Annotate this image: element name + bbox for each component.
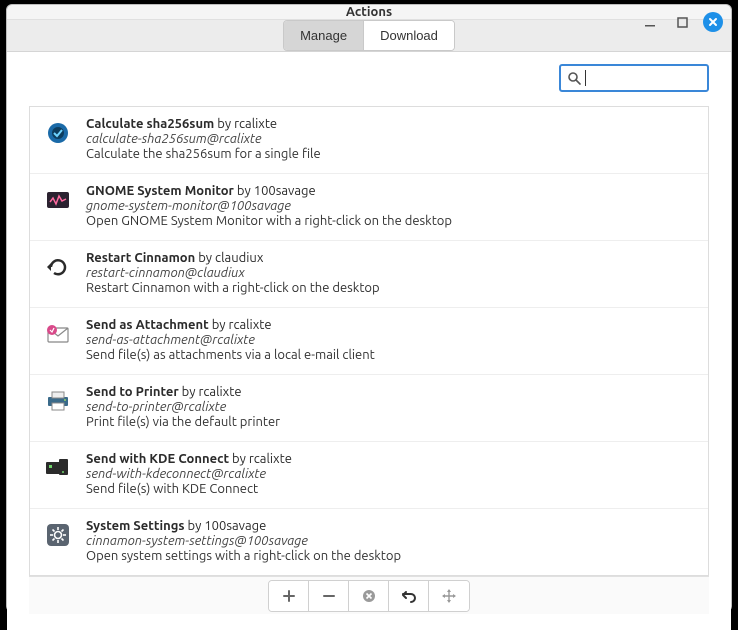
remove-button[interactable] [309, 581, 349, 611]
item-desc: Open GNOME System Monitor with a right-c… [86, 214, 694, 228]
item-desc: Send file(s) with KDE Connect [86, 482, 694, 496]
minimize-icon [644, 16, 656, 28]
item-author: rcalixte [199, 385, 242, 399]
item-title: GNOME System Monitor by 100savage [86, 184, 694, 198]
item-body: Send as Attachment by rcalixte send-as-a… [86, 318, 694, 362]
item-title: Calculate sha256sum by rcalixte [86, 117, 694, 131]
item-name: Send with KDE Connect [86, 452, 229, 466]
search-row [29, 64, 709, 92]
item-title: Restart Cinnamon by claudiux [86, 251, 694, 265]
cancel-icon [362, 589, 376, 603]
item-author: rcalixte [249, 452, 292, 466]
close-button[interactable] [703, 12, 723, 32]
item-name: Restart Cinnamon [86, 251, 195, 265]
item-body: System Settings by 100savage cinnamon-sy… [86, 519, 694, 563]
maximize-button[interactable] [671, 11, 693, 33]
item-id: send-as-attachment@rcalixte [86, 333, 694, 347]
list-item[interactable]: GNOME System Monitor by 100savage gnome-… [30, 174, 708, 241]
by-label: by [212, 318, 226, 332]
item-author: 100savage [254, 184, 316, 198]
text-cursor [585, 70, 586, 86]
by-label: by [182, 385, 196, 399]
search-icon [567, 71, 581, 85]
item-body: GNOME System Monitor by 100savage gnome-… [86, 184, 694, 228]
item-title: Send with KDE Connect by rcalixte [86, 452, 694, 466]
by-label: by [217, 117, 231, 131]
move-button[interactable] [429, 581, 469, 611]
item-name: Send to Printer [86, 385, 179, 399]
item-name: Calculate sha256sum [86, 117, 214, 131]
item-desc: Open system settings with a right-click … [86, 549, 694, 563]
content-area: Calculate sha256sum by rcalixte calculat… [7, 52, 731, 630]
item-body: Send with KDE Connect by rcalixte send-w… [86, 452, 694, 496]
kdeconnect-icon [44, 454, 72, 482]
item-author: rcalixte [229, 318, 272, 332]
item-body: Send to Printer by rcalixte send-to-prin… [86, 385, 694, 429]
item-title: System Settings by 100savage [86, 519, 694, 533]
maximize-icon [677, 17, 688, 28]
window-controls [639, 11, 723, 33]
list-item[interactable]: Send with KDE Connect by rcalixte send-w… [30, 442, 708, 509]
item-title: Send as Attachment by rcalixte [86, 318, 694, 332]
search-box[interactable] [559, 64, 709, 92]
by-label: by [187, 519, 201, 533]
monitor-icon [44, 186, 72, 214]
action-button-group [268, 580, 470, 612]
tab-manage[interactable]: Manage [284, 21, 364, 50]
by-label: by [232, 452, 246, 466]
item-title: Send to Printer by rcalixte [86, 385, 694, 399]
window-title: Actions [346, 5, 392, 19]
item-body: Calculate sha256sum by rcalixte calculat… [86, 117, 694, 161]
settings-icon [44, 521, 72, 549]
item-name: Send as Attachment [86, 318, 209, 332]
item-desc: Print file(s) via the default printer [86, 415, 694, 429]
item-author: rcalixte [234, 117, 277, 131]
printer-icon [44, 387, 72, 415]
disable-button[interactable] [349, 581, 389, 611]
item-desc: Calculate the sha256sum for a single fil… [86, 147, 694, 161]
list-item[interactable]: Send as Attachment by rcalixte send-as-a… [30, 308, 708, 375]
item-desc: Send file(s) as attachments via a local … [86, 348, 694, 362]
restart-icon [44, 253, 72, 281]
item-id: restart-cinnamon@claudiux [86, 266, 694, 280]
app-window: Actions Manage Download [6, 4, 732, 612]
item-author: 100savage [204, 519, 266, 533]
list-item[interactable]: Restart Cinnamon by claudiux restart-cin… [30, 241, 708, 308]
list-item[interactable]: System Settings by 100savage cinnamon-sy… [30, 509, 708, 575]
item-id: send-with-kdeconnect@rcalixte [86, 467, 694, 481]
item-id: send-to-printer@rcalixte [86, 400, 694, 414]
item-body: Restart Cinnamon by claudiux restart-cin… [86, 251, 694, 295]
by-label: by [237, 184, 251, 198]
item-name: GNOME System Monitor [86, 184, 234, 198]
plus-icon [282, 589, 296, 603]
item-id: calculate-sha256sum@rcalixte [86, 132, 694, 146]
move-icon [442, 589, 456, 603]
item-id: cinnamon-system-settings@100savage [86, 534, 694, 548]
by-label: by [198, 251, 212, 265]
item-author: claudiux [215, 251, 263, 265]
item-name: System Settings [86, 519, 185, 533]
tab-download[interactable]: Download [364, 21, 454, 50]
close-icon [708, 17, 718, 27]
attachment-icon [44, 320, 72, 348]
titlebar: Actions [7, 5, 731, 20]
bottombar [29, 576, 709, 614]
actions-list[interactable]: Calculate sha256sum by rcalixte calculat… [29, 106, 709, 576]
minimize-button[interactable] [639, 11, 661, 33]
toolbar: Manage Download [7, 20, 731, 52]
add-button[interactable] [269, 581, 309, 611]
calc-icon [44, 119, 72, 147]
item-id: gnome-system-monitor@100savage [86, 199, 694, 213]
item-desc: Restart Cinnamon with a right-click on t… [86, 281, 694, 295]
list-item[interactable]: Send to Printer by rcalixte send-to-prin… [30, 375, 708, 442]
reset-button[interactable] [389, 581, 429, 611]
search-input[interactable] [590, 71, 701, 86]
minus-icon [322, 589, 336, 603]
list-item[interactable]: Calculate sha256sum by rcalixte calculat… [30, 107, 708, 174]
tab-group: Manage Download [283, 20, 455, 51]
undo-icon [401, 589, 417, 603]
